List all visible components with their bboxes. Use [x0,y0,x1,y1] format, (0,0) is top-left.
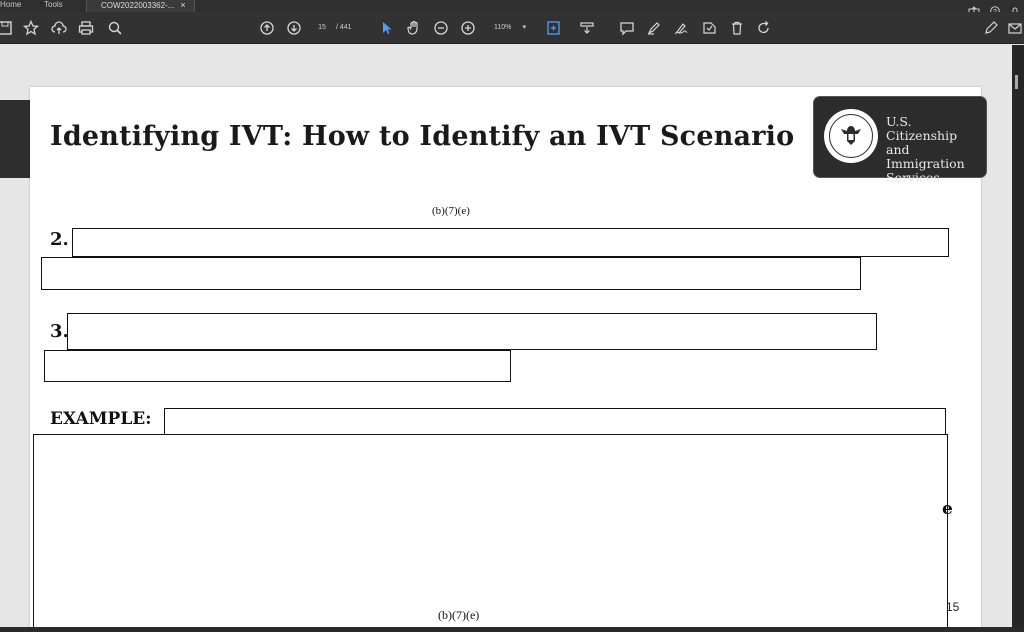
close-icon[interactable]: × [180,0,185,10]
uscis-logo: U.S. Citizenship and Immigration Service… [814,97,986,185]
example-label: EXAMPLE: [50,409,152,429]
scroll-mode-icon[interactable] [578,19,596,37]
tab-document-label: COW2022003362-... [101,1,175,10]
select-cursor-icon[interactable] [378,19,396,37]
tab-tools[interactable]: Tools [44,0,63,12]
redaction-code-bottom: (b)(7)(e) [438,608,480,622]
redaction-code-top: (b)(7)(e) [432,205,470,217]
zoom-level-value: 110% [494,24,512,31]
highlight-pen-icon[interactable] [645,19,663,37]
item-3-number: 3. [50,321,69,342]
logo-line-3: Services [886,170,940,185]
fit-page-icon[interactable] [545,19,563,37]
mail-icon[interactable] [1006,19,1024,37]
chevron-down-icon: ▾ [522,24,526,31]
logo-line-1: U.S. Citizenship [886,114,958,143]
main-toolbar: / 441 110% ▾ [0,12,1024,44]
tab-home-label: Home [0,0,22,9]
stamp-icon[interactable] [700,19,718,37]
page-number: 15 [946,600,960,614]
search-icon[interactable] [106,19,124,37]
tab-home[interactable]: Home [0,0,21,12]
status-bar [0,627,1024,632]
redaction-box [164,408,946,435]
zoom-level-dropdown[interactable]: 110% ▾ [486,21,532,35]
comment-icon[interactable] [618,19,636,37]
sign-icon[interactable] [672,19,690,37]
redaction-box [67,313,877,350]
star-bookmark-icon[interactable] [22,19,40,37]
redaction-box [44,350,511,382]
redaction-box [41,257,861,290]
notification-bell-icon[interactable] [1010,1,1020,15]
zoom-out-icon[interactable] [432,19,450,37]
document-page: Identifying IVT: How to Identify an IVT … [30,87,986,627]
window-controls: ? [968,0,1020,16]
dhs-seal-icon [824,109,878,163]
eagle-emblem-icon [841,126,861,145]
print-icon[interactable] [77,19,95,37]
hand-tool-icon[interactable] [405,19,423,37]
tab-tools-label: Tools [44,0,63,9]
share-icon[interactable] [968,1,980,16]
rotate-icon[interactable] [755,19,773,37]
previous-slide-edge [0,100,32,178]
scrollbar-thumb[interactable] [1015,75,1018,89]
tab-bar: Home Tools COW2022003362-... × ? [0,0,1024,16]
page-total-label: / 441 [336,24,352,31]
redaction-box [33,434,948,627]
help-icon[interactable]: ? [990,1,1000,16]
save-icon[interactable] [0,19,14,37]
item-2-number: 2. [50,229,69,250]
page-number-input[interactable] [310,21,334,35]
next-page-icon[interactable] [285,19,303,37]
page-title: Identifying IVT: How to Identify an IVT … [50,121,795,152]
vertical-scrollbar[interactable] [1012,45,1024,627]
cloud-upload-icon[interactable] [50,19,68,37]
document-viewport[interactable]: Identifying IVT: How to Identify an IVT … [0,45,1012,627]
clipped-text-fragment: e [942,499,953,519]
delete-trash-icon[interactable] [728,19,746,37]
edit-pen-icon[interactable] [982,19,1000,37]
redaction-box [72,228,949,257]
logo-line-2: and Immigration [886,142,965,171]
tab-document[interactable]: COW2022003362-... × [86,0,195,12]
pdf-viewer-window: Home Tools COW2022003362-... × ? [0,0,1024,632]
zoom-in-icon[interactable] [459,19,477,37]
previous-page-icon[interactable] [258,19,276,37]
logo-text: U.S. Citizenship and Immigration Service… [886,115,986,185]
